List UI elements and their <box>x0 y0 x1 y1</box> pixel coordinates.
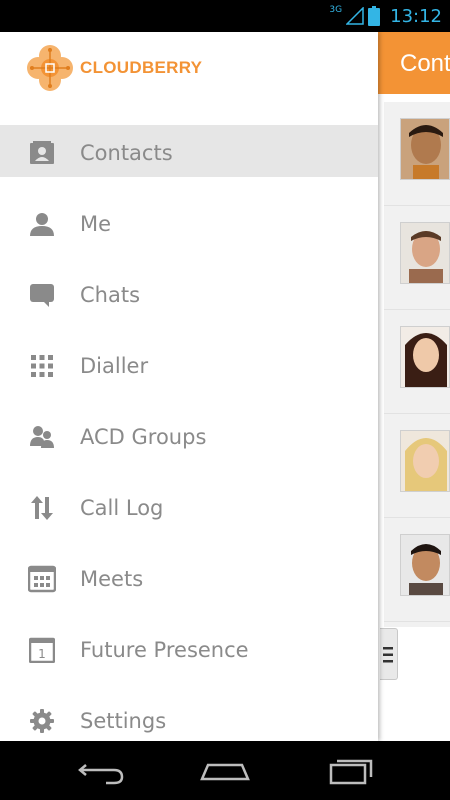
menu-icon <box>383 647 393 663</box>
back-button[interactable] <box>76 755 126 785</box>
drawer-item-call-log[interactable]: Call Log <box>0 480 378 551</box>
contact-avatar <box>400 534 450 596</box>
drawer-item-contacts[interactable]: Contacts <box>0 125 378 177</box>
contact-row[interactable] <box>384 206 450 310</box>
brand-name: CLOUDBERRY <box>80 58 203 77</box>
contact-row[interactable] <box>384 414 450 518</box>
drawer-item-acd-groups[interactable]: ACD Groups <box>0 409 378 480</box>
navigation-drawer: CLOUDBERRY Contacts Me Chats Dialler ACD… <box>0 32 378 741</box>
signal-icon <box>346 7 364 25</box>
contact-avatar <box>400 222 450 284</box>
drawer-item-chats[interactable]: Chats <box>0 267 378 338</box>
status-bar: 3G 13:12 <box>0 0 450 32</box>
system-nav-bar <box>0 741 450 800</box>
drawer-item-label: Contacts <box>80 141 173 165</box>
drawer-item-dialler[interactable]: Dialler <box>0 338 378 409</box>
contacts-header: Cont <box>378 32 450 94</box>
contact-row[interactable] <box>384 102 450 206</box>
drawer-item-me[interactable]: Me <box>0 196 378 267</box>
person-icon <box>28 210 56 238</box>
gear-icon <box>28 707 56 735</box>
drawer-item-label: Call Log <box>80 496 164 520</box>
drawer-item-label: Chats <box>80 283 141 307</box>
drawer-handle[interactable] <box>380 628 398 680</box>
up-down-arrows-icon <box>28 494 56 522</box>
home-icon <box>200 763 250 781</box>
group-icon <box>28 423 56 451</box>
battery-icon <box>368 6 381 26</box>
drawer-item-label: ACD Groups <box>80 425 207 449</box>
contacts-title: Cont <box>400 50 450 77</box>
drawer-menu: Contacts Me Chats Dialler ACD Groups Cal… <box>0 125 378 741</box>
svg-text:1: 1 <box>38 647 46 661</box>
contact-avatar <box>400 326 450 388</box>
calendar-grid-icon <box>28 565 56 593</box>
contacts-list[interactable] <box>384 102 450 627</box>
contact-row[interactable] <box>384 310 450 414</box>
dialpad-icon <box>28 352 56 380</box>
recent-apps-icon <box>329 759 373 785</box>
calendar-day-icon: 1 <box>28 636 56 664</box>
home-button[interactable] <box>200 755 250 785</box>
network-type: 3G <box>329 5 343 15</box>
status-indicators: 3G 13:12 <box>329 4 442 28</box>
contact-avatar <box>400 430 450 492</box>
drawer-item-label: Me <box>80 212 112 236</box>
drawer-item-future-presence[interactable]: 1 Future Presence <box>0 622 378 693</box>
cloudberry-logo-icon <box>27 45 73 91</box>
clock: 13:12 <box>390 5 442 27</box>
drawer-item-label: Settings <box>80 709 167 733</box>
contact-card-icon <box>28 139 56 167</box>
chat-bubble-icon <box>28 281 56 309</box>
contact-row[interactable] <box>384 518 450 622</box>
brand-logo: CLOUDBERRY <box>24 42 202 94</box>
recent-apps-button[interactable] <box>328 755 378 785</box>
drawer-item-label: Meets <box>80 567 144 591</box>
contact-avatar <box>400 118 450 180</box>
drawer-item-meets[interactable]: Meets <box>0 551 378 622</box>
drawer-item-label: Future Presence <box>80 638 249 662</box>
back-icon <box>78 764 124 785</box>
drawer-item-settings[interactable]: Settings <box>0 693 378 741</box>
drawer-item-label: Dialler <box>80 354 149 378</box>
